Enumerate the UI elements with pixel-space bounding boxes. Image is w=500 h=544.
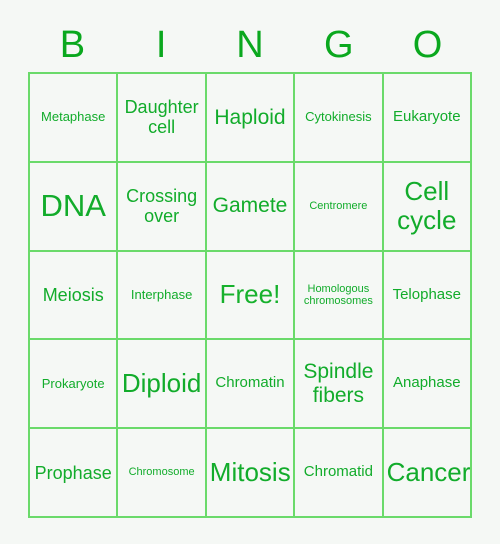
- bingo-cell-label: Prokaryote: [41, 375, 105, 391]
- header-letter-g: G: [324, 24, 354, 66]
- bingo-cell[interactable]: Homologous chromosomes: [295, 251, 384, 341]
- bingo-cell[interactable]: DNA: [30, 162, 119, 252]
- bingo-cell-free[interactable]: Free!: [206, 251, 296, 341]
- bingo-cell-label: Centromere: [309, 200, 368, 213]
- bingo-cell-label: Eukaryote: [393, 108, 461, 125]
- header-letter-i: I: [155, 24, 167, 66]
- bingo-cell-label: Mitosis: [209, 457, 291, 488]
- bingo-cell[interactable]: Diploid: [118, 340, 207, 430]
- bingo-cell-label: Anaphase: [393, 374, 461, 392]
- bingo-cell-label: Metaphase: [41, 109, 106, 125]
- bingo-cell[interactable]: Chromatid: [295, 429, 384, 518]
- bingo-cell-label: Interphase: [130, 286, 193, 302]
- bingo-cell[interactable]: Telophase: [383, 251, 472, 341]
- bingo-cell[interactable]: Chromatin: [206, 340, 296, 430]
- bingo-cell-label: Gamete: [212, 194, 288, 218]
- bingo-cell[interactable]: Interphase: [118, 251, 207, 341]
- bingo-cell[interactable]: Gamete: [206, 162, 296, 252]
- bingo-grid: Metaphase Daughter cell Haploid Cytokinesis…: [28, 72, 472, 518]
- bingo-cell-label: Cell cycle: [397, 176, 457, 236]
- bingo-cell-label: Homologous chromosomes: [303, 282, 373, 307]
- bingo-cell[interactable]: Crossing over: [118, 162, 207, 252]
- bingo-cell-label: Daughter cell: [124, 97, 199, 138]
- bingo-cell[interactable]: Meiosis: [30, 251, 119, 341]
- bingo-cell[interactable]: Cytokinesis: [295, 74, 384, 163]
- bingo-cell-label: Chromatid: [303, 463, 373, 481]
- bingo-cell-label: Diploid: [121, 368, 202, 399]
- bingo-cell-label: Cancer: [386, 457, 471, 488]
- bingo-cell-label: Cytokinesis: [305, 109, 372, 125]
- bingo-cell[interactable]: Centromere: [295, 162, 384, 252]
- bingo-cell-label: DNA: [40, 187, 106, 223]
- bingo-cell[interactable]: Prophase: [30, 429, 119, 518]
- bingo-cell[interactable]: Haploid: [206, 74, 296, 163]
- header-letter-b: B: [59, 24, 86, 66]
- bingo-cell-label: Chromatin: [215, 374, 285, 392]
- bingo-cell-label: Spindle fibers: [303, 360, 374, 407]
- bingo-cell[interactable]: Metaphase: [30, 74, 119, 163]
- bingo-cell[interactable]: Daughter cell: [118, 74, 207, 163]
- bingo-cell-label: Prophase: [34, 462, 112, 483]
- bingo-cell[interactable]: Cell cycle: [383, 162, 472, 252]
- bingo-cell[interactable]: Eukaryote: [383, 74, 472, 163]
- bingo-cell[interactable]: Prokaryote: [30, 340, 119, 430]
- header-letter-n: N: [236, 24, 264, 66]
- bingo-cell[interactable]: Anaphase: [383, 340, 472, 430]
- bingo-cell-label: Meiosis: [42, 284, 104, 305]
- bingo-cell-label: Haploid: [214, 105, 286, 129]
- bingo-card: B I N G O Metaphase Daughter cell Haploid C…: [0, 0, 500, 544]
- bingo-header: B I N G O: [28, 18, 472, 72]
- bingo-cell-label: Free!: [219, 279, 281, 310]
- bingo-cell-label: Chromosome: [128, 466, 195, 479]
- bingo-cell[interactable]: Chromosome: [118, 429, 207, 518]
- bingo-cell-label: Telophase: [392, 285, 461, 303]
- bingo-cell[interactable]: Cancer: [383, 429, 472, 518]
- bingo-cell-label: Crossing over: [126, 186, 198, 227]
- bingo-cell[interactable]: Spindle fibers: [295, 340, 384, 430]
- header-letter-o: O: [412, 24, 443, 66]
- bingo-cell[interactable]: Mitosis: [206, 429, 296, 518]
